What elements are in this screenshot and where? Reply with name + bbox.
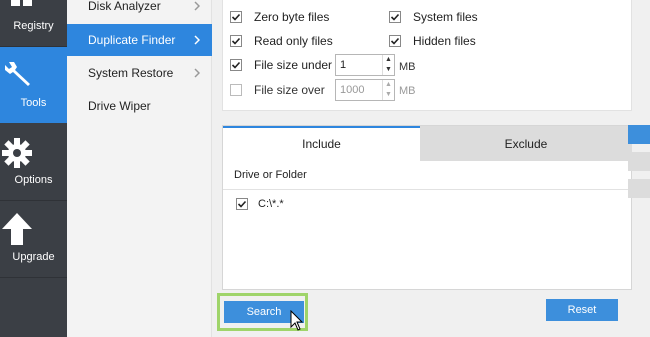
subnav-item-drive-wiper[interactable]: Drive Wiper xyxy=(67,90,212,122)
wrench-icon xyxy=(5,60,33,91)
nav-label-tools: Tools xyxy=(20,97,47,109)
nav-item-options[interactable]: Options xyxy=(0,124,67,200)
side-button[interactable] xyxy=(628,125,650,144)
subnav-label: Duplicate Finder xyxy=(88,33,176,47)
subnav-label: Drive Wiper xyxy=(88,99,151,113)
size-over-value[interactable]: 1000 xyxy=(340,84,364,96)
tab-include[interactable]: Include xyxy=(223,126,420,161)
column-header-drive-or-folder: Drive or Folder xyxy=(223,161,631,190)
list-item[interactable]: C:\*.* xyxy=(236,196,284,212)
upload-arrow-icon xyxy=(2,213,32,248)
nav-item-upgrade[interactable]: Upgrade xyxy=(0,201,67,277)
zero-byte-checkbox[interactable] xyxy=(230,11,242,23)
size-under-checkbox[interactable] xyxy=(230,59,242,71)
size-under-label: File size under xyxy=(254,58,333,72)
tools-subnav: Disk Analyzer Duplicate Finder System Re… xyxy=(67,0,212,337)
subnav-item-system-restore[interactable]: System Restore xyxy=(67,57,212,89)
gear-icon xyxy=(2,138,32,171)
spin-up-icon[interactable]: ▲ xyxy=(383,80,394,90)
system-files-label: System files xyxy=(413,10,478,24)
side-button[interactable] xyxy=(628,179,650,198)
stepper-arrows: ▲ ▼ xyxy=(382,80,394,100)
side-button[interactable] xyxy=(628,152,650,171)
zero-byte-label: Zero byte files xyxy=(254,10,330,24)
subnav-item-duplicate-finder[interactable]: Duplicate Finder xyxy=(67,24,212,56)
nav-item-registry[interactable]: Registry xyxy=(0,0,67,46)
spin-down-icon[interactable]: ▼ xyxy=(383,90,394,100)
subnav-item-disk-analyzer[interactable]: Disk Analyzer xyxy=(67,0,212,22)
tab-exclude[interactable]: Exclude xyxy=(420,126,632,161)
reset-button[interactable]: Reset xyxy=(546,299,618,321)
chevron-right-icon xyxy=(194,0,200,22)
mouse-cursor-icon xyxy=(290,309,304,335)
size-over-option[interactable]: File size over xyxy=(230,82,325,98)
system-files-checkbox[interactable] xyxy=(389,11,401,23)
stepper-arrows: ▲ ▼ xyxy=(382,55,394,75)
main-panel: Zero byte files System files Read only f… xyxy=(212,0,650,337)
spin-up-icon[interactable]: ▲ xyxy=(383,55,394,65)
chevron-right-icon xyxy=(194,24,200,56)
include-exclude-panel: Include Exclude Drive or Folder C:\*.* xyxy=(222,125,632,290)
hidden-files-option[interactable]: Hidden files xyxy=(389,33,476,49)
size-over-label: File size over xyxy=(254,83,325,97)
read-only-label: Read only files xyxy=(254,34,333,48)
subnav-label: Disk Analyzer xyxy=(88,0,161,13)
size-over-unit: MB xyxy=(399,85,416,97)
nav-label-upgrade: Upgrade xyxy=(12,251,55,263)
hidden-files-label: Hidden files xyxy=(413,34,476,48)
left-nav: Registry Tools Options Upgrade xyxy=(0,0,67,337)
nav-label-options: Options xyxy=(14,174,53,186)
read-only-option[interactable]: Read only files xyxy=(230,33,333,49)
list-item-checkbox[interactable] xyxy=(236,198,248,210)
nav-label-registry: Registry xyxy=(13,20,54,32)
size-under-option[interactable]: File size under xyxy=(230,57,332,73)
size-under-stepper[interactable]: 1 ▲ ▼ xyxy=(335,54,395,76)
size-under-value[interactable]: 1 xyxy=(340,59,346,71)
nav-separator xyxy=(0,277,67,278)
options-panel: Zero byte files System files Read only f… xyxy=(222,0,632,111)
list-item-path: C:\*.* xyxy=(258,198,284,210)
registry-icon xyxy=(11,0,33,15)
nav-item-tools[interactable]: Tools xyxy=(0,47,67,123)
size-under-unit: MB xyxy=(399,61,416,73)
size-over-stepper[interactable]: 1000 ▲ ▼ xyxy=(335,79,395,101)
size-over-checkbox[interactable] xyxy=(230,84,242,96)
hidden-files-checkbox[interactable] xyxy=(389,35,401,47)
read-only-checkbox[interactable] xyxy=(230,35,242,47)
subnav-label: System Restore xyxy=(88,66,174,80)
spin-down-icon[interactable]: ▼ xyxy=(383,65,394,75)
chevron-right-icon xyxy=(194,57,200,89)
system-files-option[interactable]: System files xyxy=(389,9,478,25)
zero-byte-option[interactable]: Zero byte files xyxy=(230,9,329,25)
